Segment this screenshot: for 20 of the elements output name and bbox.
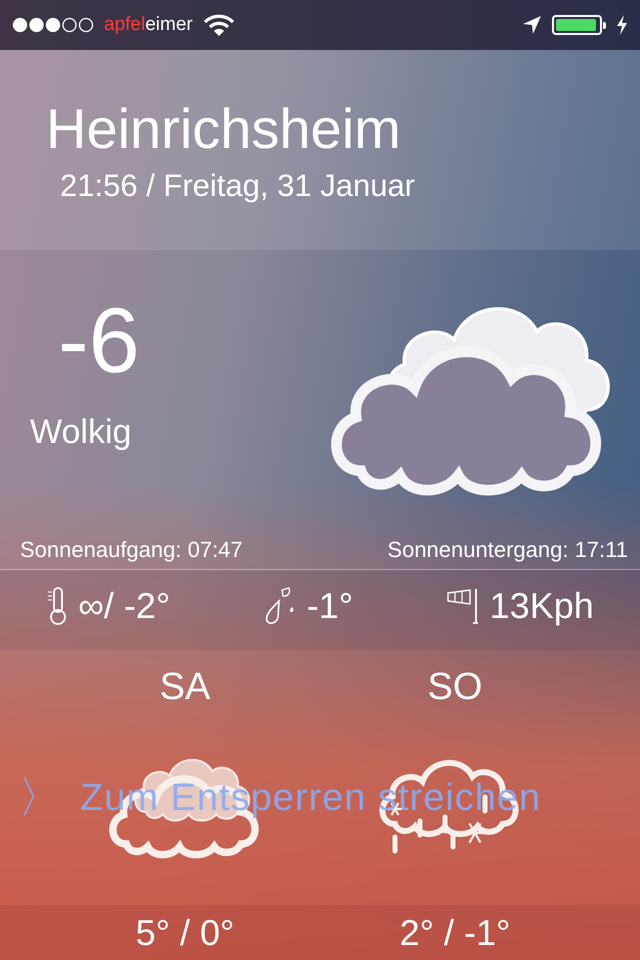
stat-value: ∞/ -2° <box>78 585 170 627</box>
stat-value: 13Kph <box>490 585 594 627</box>
sunrise-time: Sonnenaufgang: 07:47 <box>20 537 243 563</box>
sunset-time: Sonnenuntergang: 17:11 <box>387 537 628 563</box>
signal-dots-icon <box>12 17 94 33</box>
forecast-day: SO <box>428 666 482 709</box>
carrier-name: apfeleimer <box>104 14 193 36</box>
forecast-temperature: 5° / 0° <box>134 912 236 954</box>
thermometer-icon <box>46 587 68 625</box>
date-time: 21:56 / Freitag, 31 Januar <box>60 168 416 204</box>
forecast-temperature: 2° / -1° <box>398 912 512 954</box>
current-temperature: -6 <box>58 295 140 387</box>
wifi-icon <box>202 14 235 36</box>
location-arrow-icon <box>522 15 542 35</box>
windsock-icon <box>446 587 480 625</box>
chevron-icon: 〉 <box>18 776 62 820</box>
stat-value: -1° <box>306 585 354 627</box>
forecast-day: SA <box>160 666 210 709</box>
city-name: Heinrichsheim <box>46 98 402 160</box>
weather-condition: Wolkig <box>30 413 132 452</box>
